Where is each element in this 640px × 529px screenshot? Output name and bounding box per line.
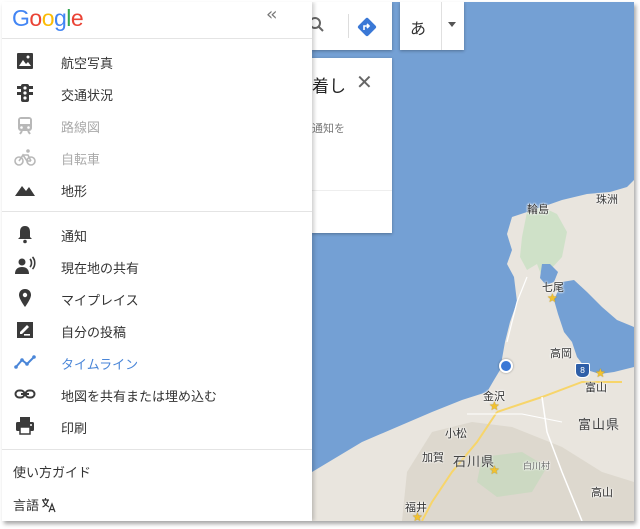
menu-item-contributions[interactable]: 自分の投稿 [2, 314, 312, 346]
city-star-icon: ★ [489, 399, 500, 413]
input-language-button[interactable]: あ [400, 2, 464, 50]
menu-item-notifications[interactable]: 通知 [2, 218, 312, 250]
menu-item-traffic[interactable]: 交通状況 [2, 77, 312, 109]
menu-item-label: 印刷 [61, 422, 88, 437]
route-shield-icon: 8 [575, 363, 590, 378]
menu-item-label: 地形 [61, 185, 88, 200]
satellite-icon [17, 53, 33, 69]
close-icon[interactable]: ✕ [356, 70, 373, 94]
chevron-down-icon[interactable] [448, 22, 456, 27]
language-divider [441, 2, 442, 50]
contribution-icon [17, 322, 33, 338]
menu-item-label: 自分の投稿 [61, 326, 127, 341]
menu-item-label: 通知 [61, 230, 88, 245]
bicycle-icon [14, 149, 36, 166]
link-icon [14, 389, 36, 399]
city-label: 富山 [585, 381, 607, 394]
google-logo: Google [12, 5, 84, 31]
city-label: 小松 [445, 427, 467, 440]
city-star-icon: ★ [412, 510, 423, 521]
card-divider [312, 190, 392, 191]
city-label: 高山 [591, 486, 613, 499]
menu-item-timeline[interactable]: タイムライン [2, 346, 312, 378]
side-menu: Google ‹‹ 航空写真 交通状況 路線図 自転車 地形 通知 現在地の共有… [2, 2, 312, 521]
notification-card: 着し ✕ 通知を [312, 58, 392, 233]
menu-item-label: 交通状況 [61, 89, 114, 104]
location-sharing-icon [15, 256, 36, 274]
menu-item-label: マイプレイス [61, 294, 139, 309]
search-icon[interactable] [312, 16, 330, 34]
menu-divider [2, 449, 312, 450]
menu-item-your-places[interactable]: マイプレイス [2, 282, 312, 314]
directions-icon[interactable] [356, 16, 378, 38]
menu-divider [2, 38, 312, 39]
city-star-icon: ★ [595, 366, 606, 380]
menu-item-location-sharing[interactable]: 現在地の共有 [2, 250, 312, 282]
transit-icon [18, 117, 32, 135]
collapse-menu-button[interactable]: ‹‹ [266, 4, 278, 25]
menu-item-print[interactable]: 印刷 [2, 410, 312, 442]
app-window: 珠洲 輪島 ★ 七尾 高岡 8 ★ 富山 富山県 金沢 ★ 小松 加賀 石川県 … [2, 2, 634, 521]
menu-item-satellite[interactable]: 航空写真 [2, 45, 312, 77]
card-body: 通知を [312, 122, 345, 135]
menu-item-share-embed[interactable]: 地図を共有または埋め込む [2, 378, 312, 410]
bell-icon [18, 226, 32, 244]
menu-item-bicycle[interactable]: 自転車 [2, 141, 312, 173]
input-language-label: あ [410, 19, 427, 38]
menu-item-label: 航空写真 [61, 57, 114, 72]
menu-item-label: タイムライン [61, 358, 139, 373]
city-label: 七尾 [542, 281, 564, 294]
current-location-dot[interactable] [499, 359, 513, 373]
terrain-icon [15, 186, 35, 196]
translate-icon[interactable] [41, 497, 57, 513]
place-pin-icon [19, 289, 31, 307]
language-link[interactable]: 言語 [13, 495, 39, 514]
city-label: 珠洲 [596, 193, 618, 206]
menu-divider [2, 211, 312, 212]
menu-item-terrain[interactable]: 地形 [2, 173, 312, 205]
search-bar[interactable] [312, 2, 392, 50]
menu-item-label: 路線図 [61, 121, 101, 136]
city-star-icon: ★ [489, 463, 500, 477]
city-label: 高岡 [550, 347, 572, 360]
city-label: 輪島 [527, 203, 549, 216]
traffic-light-icon [17, 84, 33, 102]
menu-item-label: 現在地の共有 [61, 262, 140, 277]
card-title: 着し [312, 77, 346, 97]
menu-item-label: 地図を共有または埋め込む [61, 390, 218, 405]
timeline-icon [14, 355, 36, 369]
help-guide-link[interactable]: 使い方ガイド [13, 462, 91, 481]
prefecture-label: 富山県 [578, 418, 621, 433]
city-label: 白川村 [523, 462, 551, 472]
menu-item-label: 自転車 [61, 153, 101, 168]
menu-item-transit[interactable]: 路線図 [2, 109, 312, 141]
print-icon [16, 417, 34, 435]
search-divider [348, 14, 349, 38]
city-label: 加賀 [422, 451, 444, 464]
